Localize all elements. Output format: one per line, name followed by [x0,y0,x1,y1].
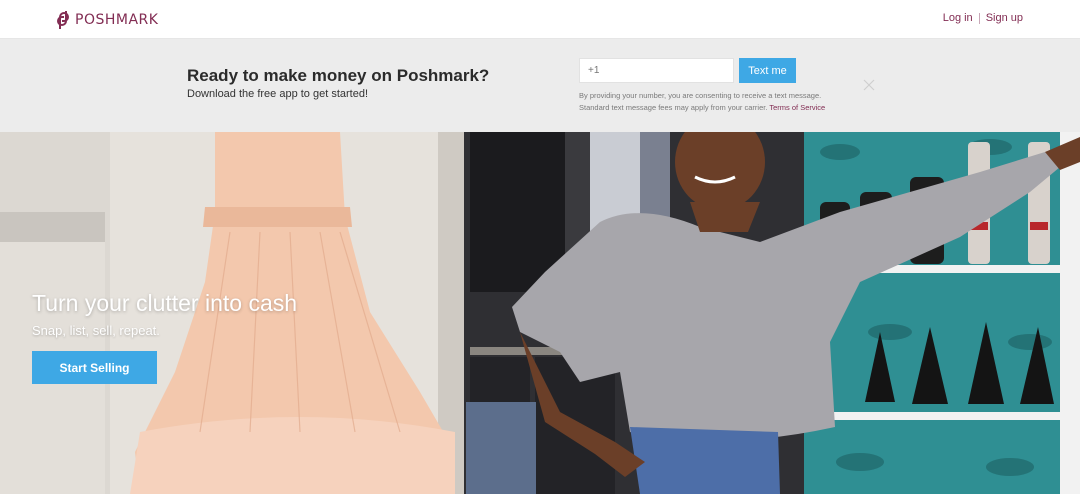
phone-number-input[interactable] [579,58,734,83]
signup-link[interactable]: Sign up [986,12,1023,24]
logo-text: POSHMARK [75,12,159,28]
auth-links: Log in Sign up [943,12,1023,24]
site-header: POSHMARK Log in Sign up [0,0,1080,39]
app-download-banner: Ready to make money on Poshmark? Downloa… [0,39,1080,132]
poshmark-logo-icon [57,11,69,29]
poshmark-logo[interactable]: POSHMARK [55,10,158,30]
hero-subtitle: Snap, list, sell, repeat. [32,323,160,338]
sms-disclaimer: By providing your number, you are consen… [579,90,839,114]
hero-title: Turn your clutter into cash [32,290,298,316]
terms-of-service-link[interactable]: Terms of Service [769,103,825,112]
disclaimer-line-2: Standard text message fees may apply fro… [579,103,768,112]
divider [978,12,980,24]
login-link[interactable]: Log in [943,12,973,24]
close-icon[interactable] [863,79,875,91]
banner-subtitle: Download the free app to get started! [187,88,369,100]
start-selling-button[interactable]: Start Selling [32,351,157,384]
text-me-button[interactable]: Text me [739,58,796,83]
banner-title: Ready to make money on Poshmark? [187,66,490,85]
disclaimer-line-1: By providing your number, you are consen… [579,91,822,100]
hero-section: Turn your clutter into cash Snap, list, … [0,132,1080,494]
